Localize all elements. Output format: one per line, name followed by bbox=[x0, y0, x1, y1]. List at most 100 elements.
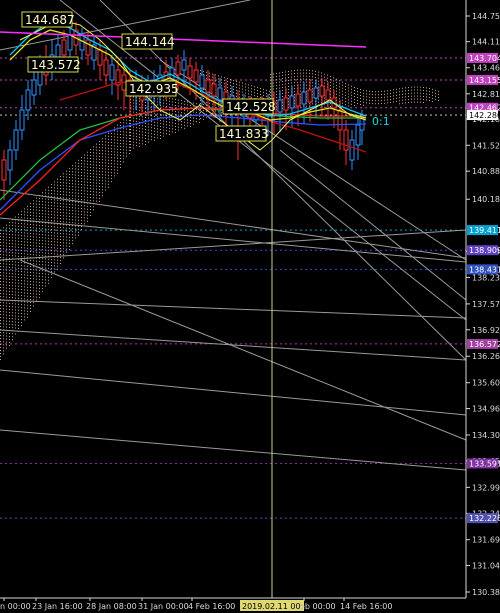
cloud-dot bbox=[196, 103, 197, 105]
cloud-dot bbox=[9, 284, 10, 286]
cloud-dot bbox=[15, 216, 16, 218]
cloud-dot bbox=[345, 98, 346, 100]
cloud-dot bbox=[354, 98, 355, 100]
price-tick-label: 131.045 bbox=[472, 562, 500, 571]
cloud-dot bbox=[15, 276, 16, 278]
cloud-dot bbox=[21, 289, 22, 291]
cloud-dot bbox=[66, 236, 67, 238]
cloud-dot bbox=[36, 293, 37, 295]
cloud-dot bbox=[381, 100, 382, 102]
cloud-dot bbox=[6, 236, 7, 238]
cloud-dot bbox=[48, 201, 49, 203]
cloud-dot bbox=[114, 151, 115, 153]
cloud-dot bbox=[39, 218, 40, 220]
cloud-dot bbox=[81, 166, 82, 168]
cloud-dot bbox=[72, 216, 73, 218]
cloud-dot bbox=[175, 123, 176, 124]
cloud-dot bbox=[63, 215, 64, 217]
cloud-dot bbox=[172, 110, 173, 112]
cloud-dot bbox=[27, 259, 28, 261]
cloud-dot bbox=[117, 160, 118, 162]
cloud-dot bbox=[282, 75, 283, 77]
cloud-dot bbox=[18, 252, 19, 254]
cloud-dot bbox=[21, 325, 22, 327]
cloud-dot bbox=[102, 180, 103, 182]
cloud-dot bbox=[196, 109, 197, 111]
time-label: 14 Feb 16:00 bbox=[340, 602, 392, 611]
cloud-dot bbox=[209, 93, 210, 95]
cloud-dot bbox=[136, 136, 137, 138]
cloud-dot bbox=[24, 244, 25, 246]
cloud-dot bbox=[63, 185, 64, 187]
cloud-dot bbox=[6, 230, 7, 232]
cloud-dot bbox=[273, 88, 274, 90]
cloud-dot bbox=[24, 277, 25, 279]
cloud-dot bbox=[30, 269, 31, 270]
cloud-dot bbox=[84, 211, 85, 213]
cloud-dot bbox=[105, 177, 106, 179]
cloud-dot bbox=[187, 101, 188, 103]
cloud-dot bbox=[163, 123, 164, 125]
ratio-text: 0:1 bbox=[372, 115, 390, 128]
cloud-dot bbox=[200, 103, 201, 104]
cloud-dot bbox=[169, 103, 170, 105]
cloud-dot bbox=[102, 183, 103, 185]
cloud-dot bbox=[33, 206, 34, 208]
cloud-dot bbox=[157, 113, 158, 115]
cloud-dot bbox=[69, 239, 70, 241]
cloud-dot bbox=[218, 84, 219, 86]
cloud-dot bbox=[75, 237, 76, 239]
cloud-dot bbox=[178, 129, 179, 131]
cloud-dot bbox=[6, 338, 7, 340]
cloud-dot bbox=[27, 274, 28, 276]
cloud-dot bbox=[27, 214, 28, 216]
cloud-dot bbox=[57, 229, 58, 231]
cloud-dot bbox=[276, 91, 277, 93]
cloud-dot bbox=[399, 100, 400, 102]
cloud-dot bbox=[69, 230, 70, 232]
cloud-dot bbox=[81, 205, 82, 207]
cloud-dot bbox=[169, 121, 170, 123]
cloud-dot bbox=[27, 250, 28, 252]
cloud-dot bbox=[42, 243, 43, 245]
cloud-dot bbox=[227, 87, 228, 89]
cloud-dot bbox=[133, 141, 134, 143]
cloud-dot bbox=[123, 125, 124, 127]
price-chart[interactable]: 144.687 144.144 143.572 142.935 142.528 … bbox=[0, 0, 500, 613]
cloud-dot bbox=[93, 179, 94, 181]
cloud-dot bbox=[30, 254, 31, 255]
cloud-dot bbox=[75, 174, 76, 176]
cloud-dot bbox=[60, 254, 61, 255]
cloud-dot bbox=[129, 134, 130, 136]
cloud-dot bbox=[117, 139, 118, 141]
cloud-dot bbox=[139, 109, 140, 111]
cloud-dot bbox=[0, 266, 1, 267]
cloud-dot bbox=[336, 90, 337, 92]
cloud-dot bbox=[348, 90, 349, 92]
cloud-dot bbox=[102, 189, 103, 191]
cloud-dot bbox=[139, 103, 140, 105]
cloud-dot bbox=[81, 190, 82, 192]
cloud-dot bbox=[151, 133, 152, 135]
cloud-dot bbox=[9, 335, 10, 337]
cloud-dot bbox=[6, 290, 7, 292]
cloud-dot bbox=[260, 91, 261, 92]
cloud-dot bbox=[6, 344, 7, 346]
cloud-dot bbox=[39, 290, 40, 292]
cloud-dot bbox=[426, 96, 427, 98]
cloud-dot bbox=[81, 193, 82, 195]
cloud-dot bbox=[108, 180, 109, 182]
cloud-dot bbox=[96, 164, 97, 166]
cloud-dot bbox=[285, 77, 286, 79]
cloud-dot bbox=[30, 245, 31, 246]
cloud-dot bbox=[69, 182, 70, 184]
cloud-dot bbox=[33, 260, 34, 262]
cloud-dot bbox=[123, 140, 124, 142]
cloud-dot bbox=[15, 270, 16, 272]
cloud-dot bbox=[24, 247, 25, 249]
cloud-dot bbox=[145, 135, 146, 136]
cloud-dot bbox=[402, 99, 403, 101]
cloud-dot bbox=[196, 118, 197, 120]
cloud-dot bbox=[81, 181, 82, 183]
cloud-dot bbox=[18, 309, 19, 311]
